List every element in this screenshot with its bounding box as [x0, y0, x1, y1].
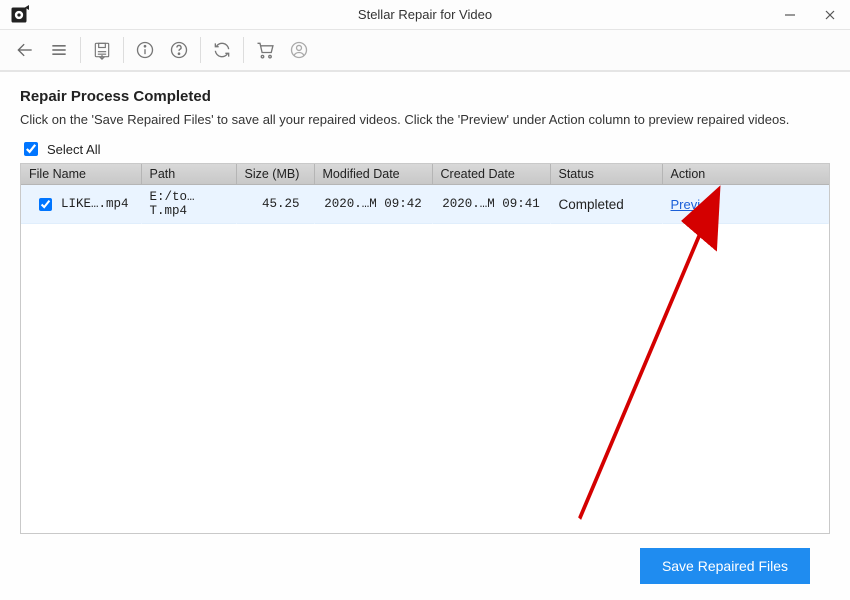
cell-status: Completed [550, 185, 662, 224]
refresh-button[interactable] [205, 33, 239, 67]
col-header-filename[interactable]: File Name [21, 164, 141, 185]
help-button[interactable] [162, 33, 196, 67]
col-header-status[interactable]: Status [550, 164, 662, 185]
col-header-modified[interactable]: Modified Date [314, 164, 432, 185]
col-header-size[interactable]: Size (MB) [236, 164, 314, 185]
back-button[interactable] [8, 33, 42, 67]
user-button[interactable] [282, 33, 316, 67]
results-table-wrap: File Name Path Size (MB) Modified Date C… [20, 163, 830, 534]
footer: Save Repaired Files [20, 534, 830, 600]
results-table: File Name Path Size (MB) Modified Date C… [21, 164, 829, 224]
toolbar-divider [123, 37, 124, 63]
window-title: Stellar Repair for Video [0, 7, 850, 22]
col-header-action[interactable]: Action [662, 164, 829, 185]
app-window: Stellar Repair for Video [0, 0, 850, 600]
main-panel: Repair Process Completed Click on the 'S… [0, 72, 850, 600]
info-button[interactable] [128, 33, 162, 67]
table-header-row: File Name Path Size (MB) Modified Date C… [21, 164, 829, 185]
close-button[interactable] [810, 0, 850, 30]
window-controls [770, 0, 850, 30]
select-all-checkbox[interactable] [24, 142, 38, 156]
select-all-label: Select All [47, 142, 100, 157]
table-row[interactable]: LIKE….mp4 E:/to…T.mp4 45.25 2020.…M 09:4… [21, 185, 829, 224]
minimize-button[interactable] [770, 0, 810, 30]
toolbar [0, 30, 850, 72]
row-checkbox[interactable] [39, 198, 52, 211]
app-icon [8, 4, 30, 26]
preview-link[interactable]: Preview [671, 197, 717, 212]
cell-created: 2020.…M 09:41 [432, 185, 550, 224]
toolbar-divider [80, 37, 81, 63]
save-disk-button[interactable] [85, 33, 119, 67]
cell-modified: 2020.…M 09:42 [314, 185, 432, 224]
toolbar-divider [243, 37, 244, 63]
cell-size: 45.25 [236, 185, 314, 224]
select-all-row[interactable]: Select All [20, 139, 830, 159]
cell-filename: LIKE….mp4 [61, 197, 129, 211]
page-description: Click on the 'Save Repaired Files' to sa… [20, 111, 830, 129]
page-heading: Repair Process Completed [20, 88, 830, 105]
save-repaired-files-button[interactable]: Save Repaired Files [640, 548, 810, 584]
menu-button[interactable] [42, 33, 76, 67]
titlebar: Stellar Repair for Video [0, 0, 850, 30]
col-header-created[interactable]: Created Date [432, 164, 550, 185]
cell-path: E:/to…T.mp4 [141, 185, 236, 224]
toolbar-divider [200, 37, 201, 63]
col-header-path[interactable]: Path [141, 164, 236, 185]
cart-button[interactable] [248, 33, 282, 67]
